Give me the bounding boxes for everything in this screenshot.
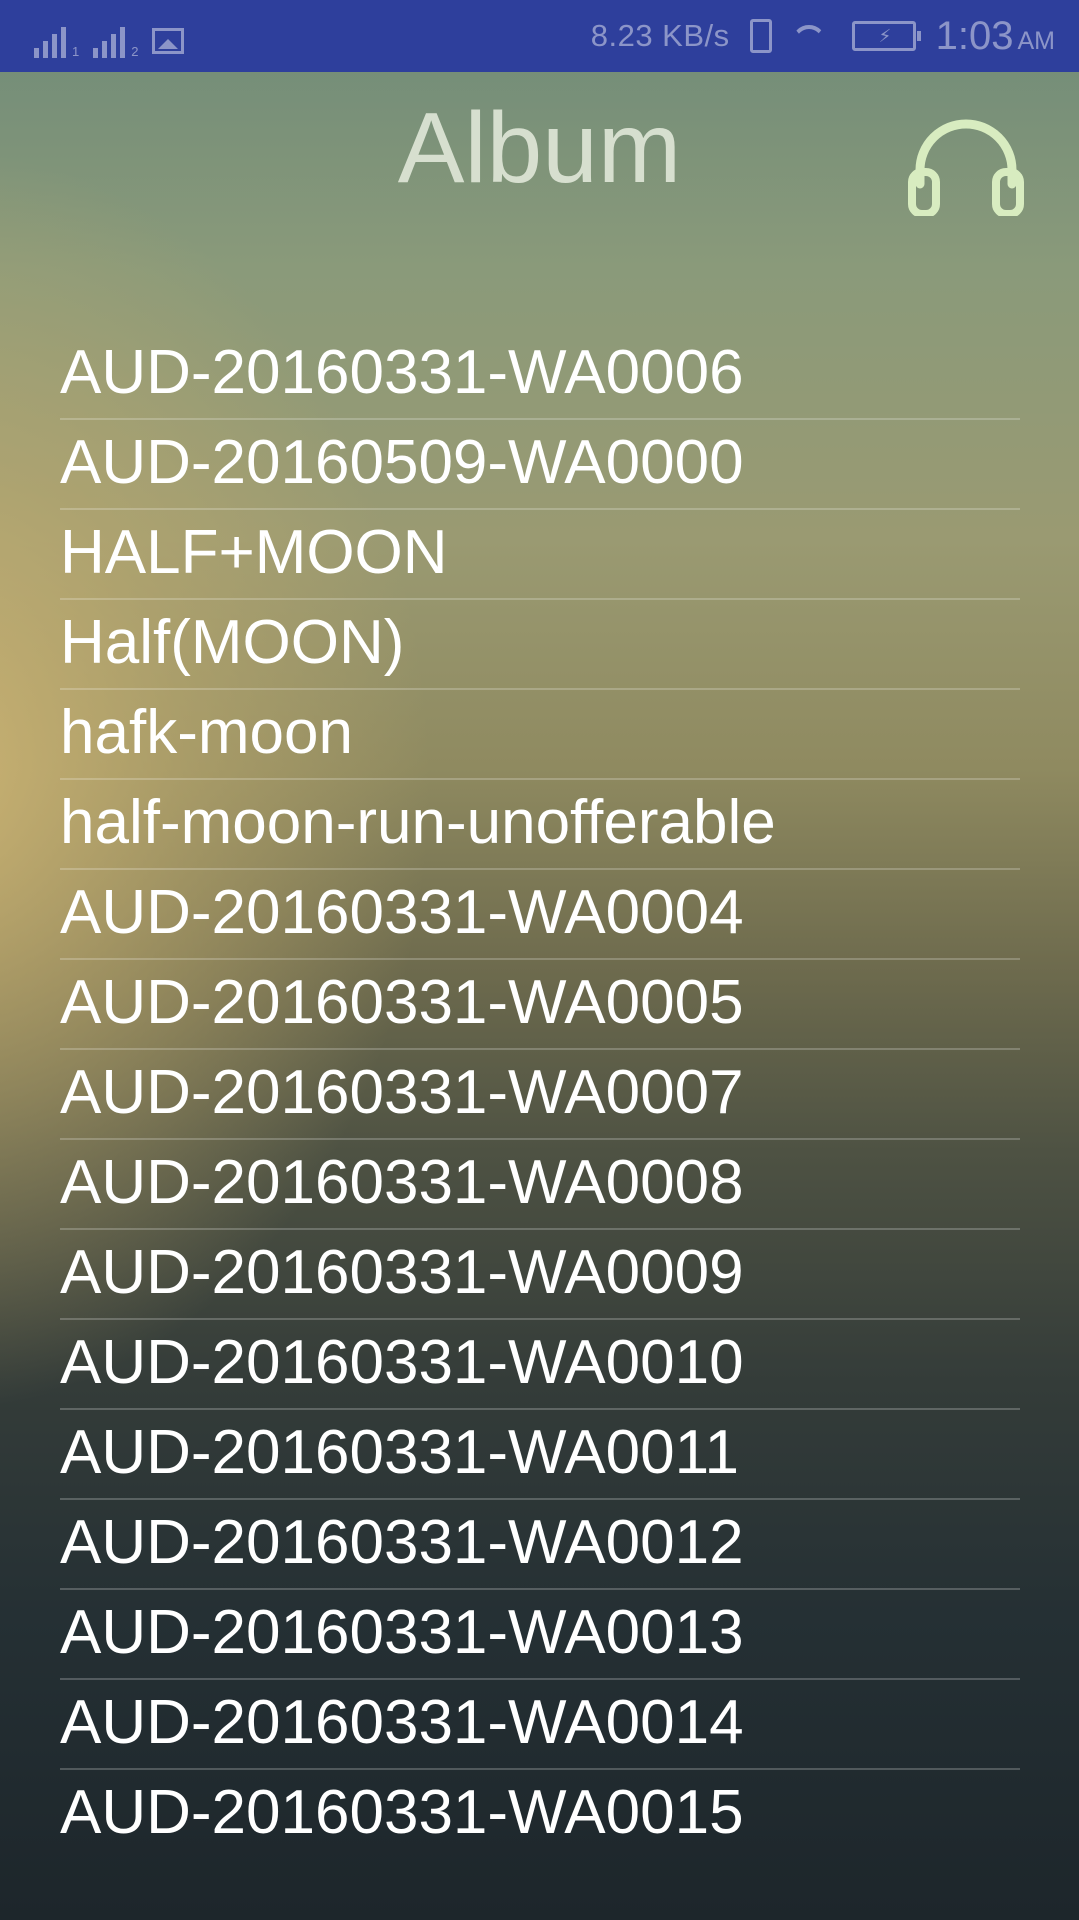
clock-ampm: AM bbox=[1017, 26, 1056, 55]
song-list-item[interactable]: AUD-20160331-WA0013 bbox=[60, 1590, 1020, 1680]
signal-sim1-icon: 1 bbox=[34, 24, 79, 58]
song-list-item[interactable]: AUD-20160331-WA0011 bbox=[60, 1410, 1020, 1500]
clock-time: 1:03 bbox=[935, 13, 1014, 58]
song-list-item[interactable]: AUD-20160331-WA0005 bbox=[60, 960, 1020, 1050]
song-list-item[interactable]: half-moon-run-unofferable bbox=[60, 780, 1020, 870]
vibrate-icon bbox=[749, 19, 772, 53]
song-list-item[interactable]: AUD-20160331-WA0006 bbox=[60, 330, 1020, 420]
song-list-item[interactable]: AUD-20160331-WA0004 bbox=[60, 870, 1020, 960]
song-list-item[interactable]: AUD-20160331-WA0010 bbox=[60, 1320, 1020, 1410]
sim1-label: 1 bbox=[72, 44, 80, 59]
status-bar: 1 2 8.23 KB/s ⚡ 1:03 AM bbox=[0, 0, 1079, 72]
gallery-notification-icon bbox=[152, 28, 185, 54]
charging-bolt-icon: ⚡ bbox=[878, 26, 892, 46]
song-list-item[interactable]: AUD-20160331-WA0009 bbox=[60, 1230, 1020, 1320]
wifi-icon bbox=[792, 21, 832, 51]
album-song-list: AUD-20160331-WA0006 AUD-20160509-WA0000 HA… bbox=[60, 330, 1020, 1860]
song-list-item[interactable]: HALF+MOON bbox=[60, 510, 1020, 600]
sim2-label: 2 bbox=[131, 44, 139, 59]
status-right: 8.23 KB/s ⚡ 1:03 AM bbox=[591, 0, 1055, 72]
network-speed: 8.23 KB/s bbox=[590, 18, 730, 53]
song-list-item[interactable]: AUD-20160331-WA0012 bbox=[60, 1500, 1020, 1590]
status-left: 1 2 bbox=[34, 18, 185, 58]
signal-sim2-icon: 2 bbox=[93, 24, 138, 58]
clock: 1:03 AM bbox=[936, 14, 1055, 59]
song-list-item[interactable]: AUD-20160331-WA0007 bbox=[60, 1050, 1020, 1140]
song-list-item[interactable]: Half(MOON) bbox=[60, 600, 1020, 690]
song-list-item[interactable]: hafk-moon bbox=[60, 690, 1020, 780]
song-list-item[interactable]: AUD-20160509-WA0000 bbox=[60, 420, 1020, 510]
song-list-item[interactable]: AUD-20160331-WA0008 bbox=[60, 1140, 1020, 1230]
headphones-icon[interactable] bbox=[908, 112, 1024, 218]
song-list-item[interactable]: AUD-20160331-WA0015 bbox=[60, 1770, 1020, 1860]
song-list-item[interactable]: AUD-20160331-WA0014 bbox=[60, 1680, 1020, 1770]
battery-icon: ⚡ bbox=[851, 21, 921, 51]
